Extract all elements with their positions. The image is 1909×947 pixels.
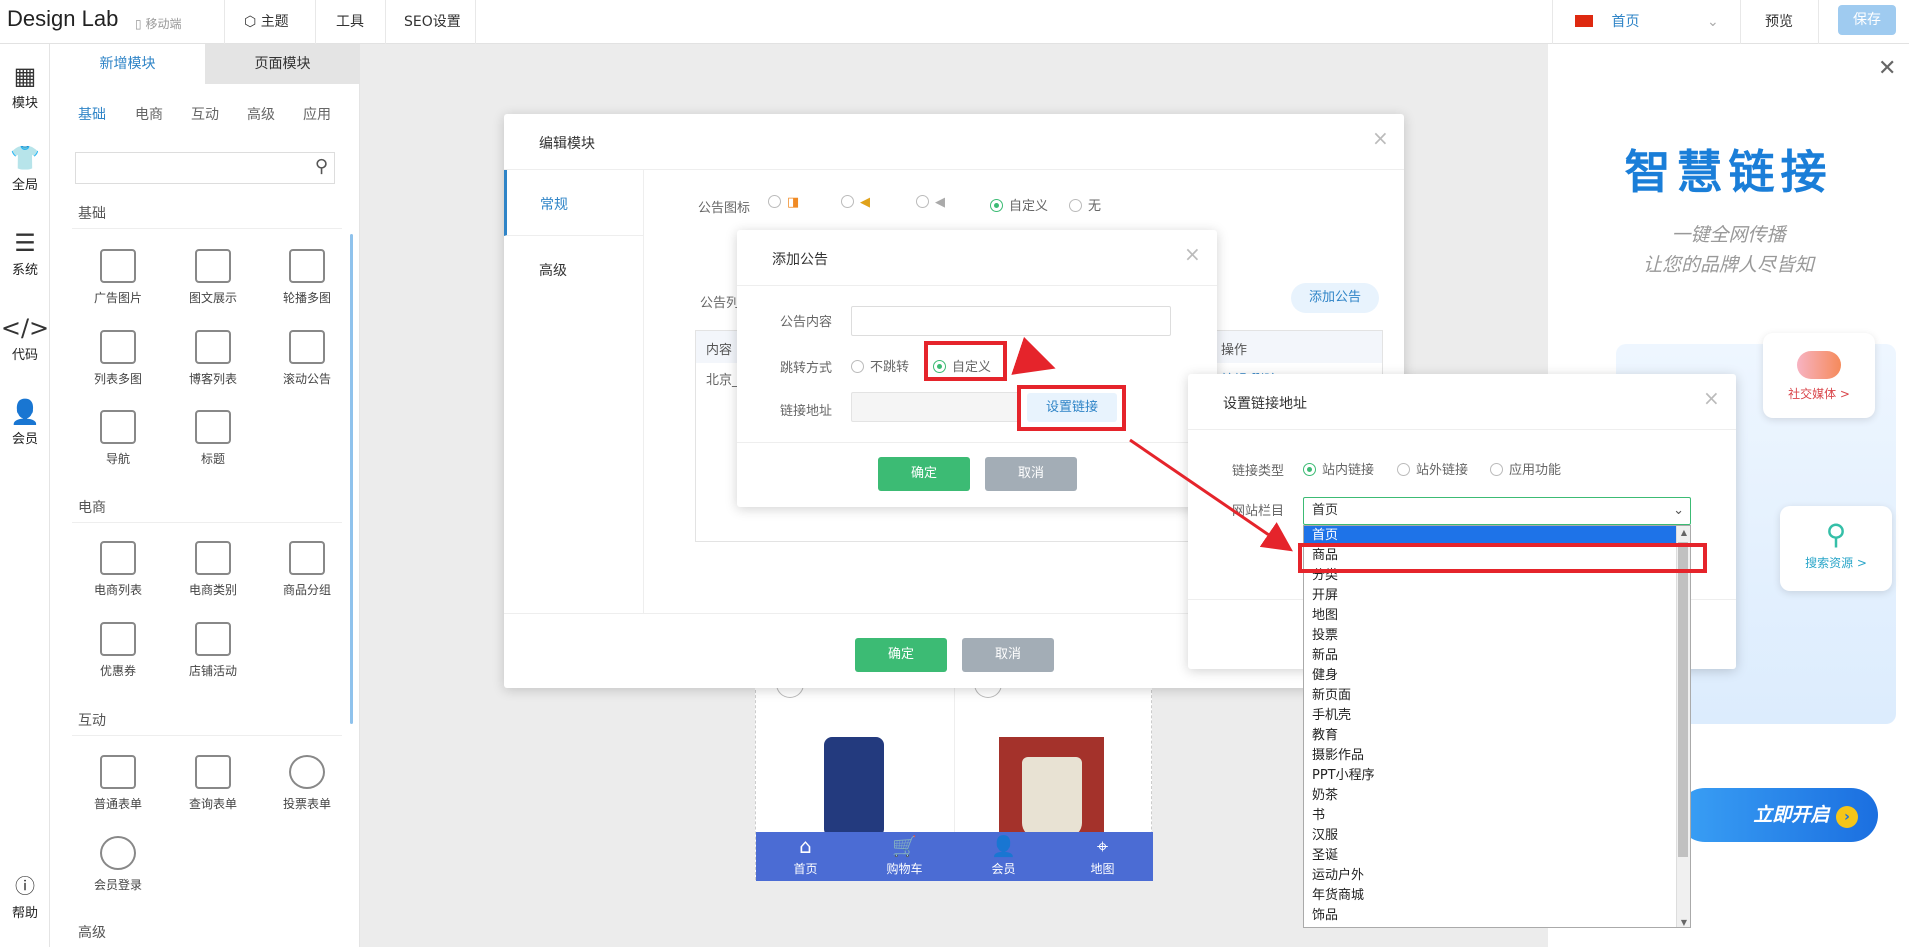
annotation-arrows [1011,336,1293,552]
arrow-to-product [1129,438,1293,552]
arrow-to-set-link [1011,336,1056,375]
